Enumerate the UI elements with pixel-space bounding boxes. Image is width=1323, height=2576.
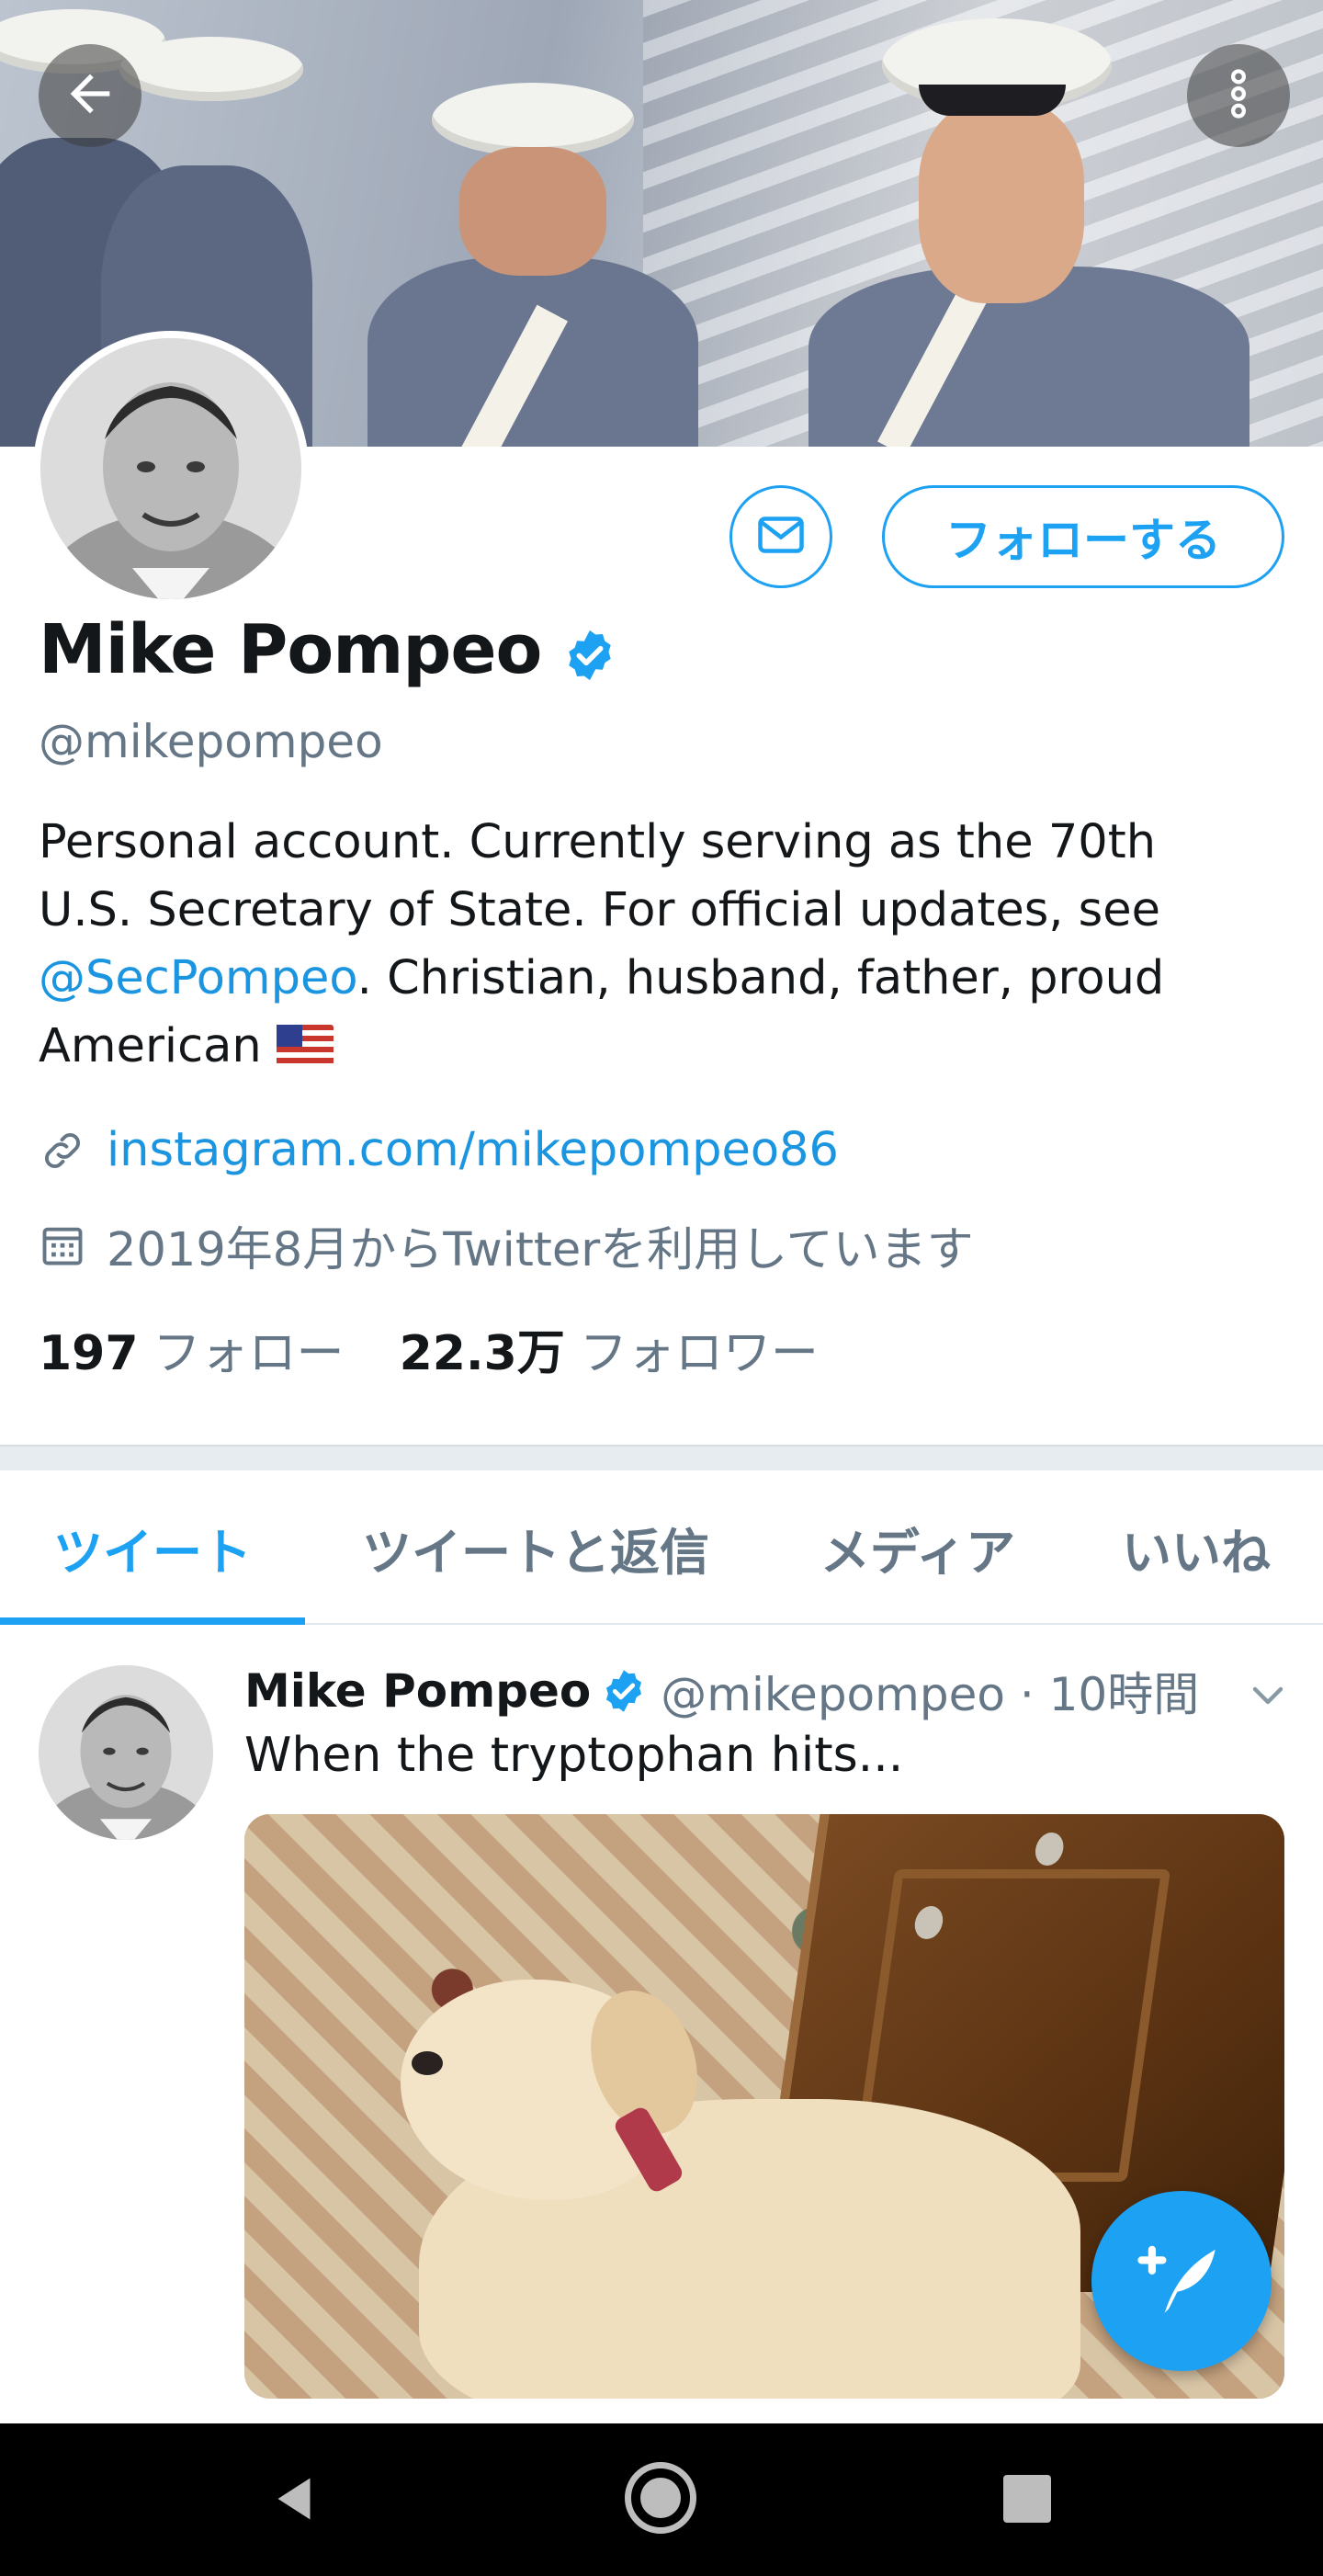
nav-recent-apps-icon[interactable]	[1003, 2475, 1051, 2523]
tweet-header: Mike Pompeo @mikepompeo · 10時間	[244, 1658, 1199, 1724]
compose-tweet-icon	[1131, 2229, 1232, 2333]
system-navigation-bar	[0, 2423, 1323, 2576]
cadet-cap	[432, 83, 634, 156]
follow-button[interactable]: フォローする	[882, 485, 1284, 588]
bio-mention-link[interactable]: @SecPompeo	[39, 951, 357, 1005]
cadet-head	[459, 147, 606, 276]
tweet-author-name[interactable]: Mike Pompeo	[244, 1664, 591, 1718]
vertical-dots-icon	[1209, 64, 1268, 127]
following-count-link[interactable]: 197 フォロー	[39, 1314, 345, 1383]
tweet-text: When the tryptophan hits...	[244, 1728, 904, 1783]
avatar-portrait	[40, 338, 301, 599]
section-divider	[0, 1445, 1323, 1470]
bio-line-3-text: . Christian, husband, father, proud	[356, 951, 1165, 1005]
joined-row: 2019年8月からTwitterを利用しています	[39, 1211, 974, 1279]
cadet-cap	[119, 37, 303, 101]
bio-line-1: Personal account. Currently serving as t…	[39, 815, 1157, 869]
profile-tabs: ツイート ツイートと返信 メディア いいね	[0, 1470, 1323, 1625]
compose-tweet-button[interactable]	[1091, 2191, 1272, 2371]
cabinet-knob	[1033, 1833, 1066, 1866]
follow-counts: 197 フォロー 22.3万 フォロワー	[39, 1314, 874, 1383]
nav-home-dot	[640, 2478, 681, 2518]
tab-tweets[interactable]: ツイート	[0, 1470, 305, 1625]
profile-bio: Personal account. Currently serving as t…	[39, 809, 1270, 1081]
website-link[interactable]: instagram.com/mikepompeo86	[107, 1123, 839, 1177]
website-row: instagram.com/mikepompeo86	[39, 1123, 839, 1177]
bio-line-4-text: American	[39, 1019, 262, 1073]
profile-avatar[interactable]	[33, 331, 309, 607]
joined-date: 2019年8月からTwitterを利用しています	[107, 1223, 974, 1277]
message-button[interactable]	[729, 485, 832, 588]
us-flag-icon	[276, 1025, 334, 1065]
verified-badge-icon	[561, 621, 618, 681]
link-icon	[39, 1127, 86, 1175]
nav-back-icon[interactable]	[266, 2471, 322, 2530]
chevron-down-icon[interactable]	[1246, 1673, 1290, 1717]
tweet-author-avatar[interactable]	[39, 1665, 213, 1840]
arrow-left-icon	[61, 64, 119, 127]
following-count: 197	[39, 1326, 139, 1381]
bio-line-3: @SecPompeo. Christian, husband, father, …	[39, 945, 1270, 1013]
followers-count: 22.3万	[399, 1326, 565, 1381]
profile-name-row: Mike Pompeo	[39, 610, 618, 689]
bio-line-4: American	[39, 1013, 1270, 1081]
verified-badge-icon	[600, 1667, 648, 1715]
more-options-button[interactable]	[1187, 44, 1290, 147]
following-label: フォロー	[153, 1326, 345, 1381]
envelope-icon	[753, 507, 808, 566]
tab-media[interactable]: メディア	[766, 1470, 1069, 1625]
nav-home-icon[interactable]	[625, 2462, 696, 2534]
tweet-author-handle-time: @mikepompeo · 10時間	[661, 1668, 1200, 1721]
tab-likes[interactable]: いいね	[1069, 1470, 1323, 1625]
calendar-icon	[39, 1221, 86, 1269]
profile-name: Mike Pompeo	[39, 610, 542, 689]
cadet-face	[919, 101, 1084, 303]
back-button[interactable]	[39, 44, 141, 147]
media-dog-nose	[412, 2051, 443, 2075]
tab-tweets-and-replies[interactable]: ツイートと返信	[305, 1470, 766, 1625]
bio-line-2: U.S. Secretary of State. For official up…	[39, 883, 1161, 937]
followers-count-link[interactable]: 22.3万 フォロワー	[400, 1314, 819, 1383]
cadet-visor	[919, 85, 1066, 116]
followers-label: フォロワー	[579, 1326, 819, 1381]
profile-screen: フォローする Mike Pompeo @mikepompeo Personal …	[0, 0, 1323, 2576]
profile-handle: @mikepompeo	[39, 715, 383, 768]
tweet-avatar-portrait	[39, 1665, 213, 1840]
